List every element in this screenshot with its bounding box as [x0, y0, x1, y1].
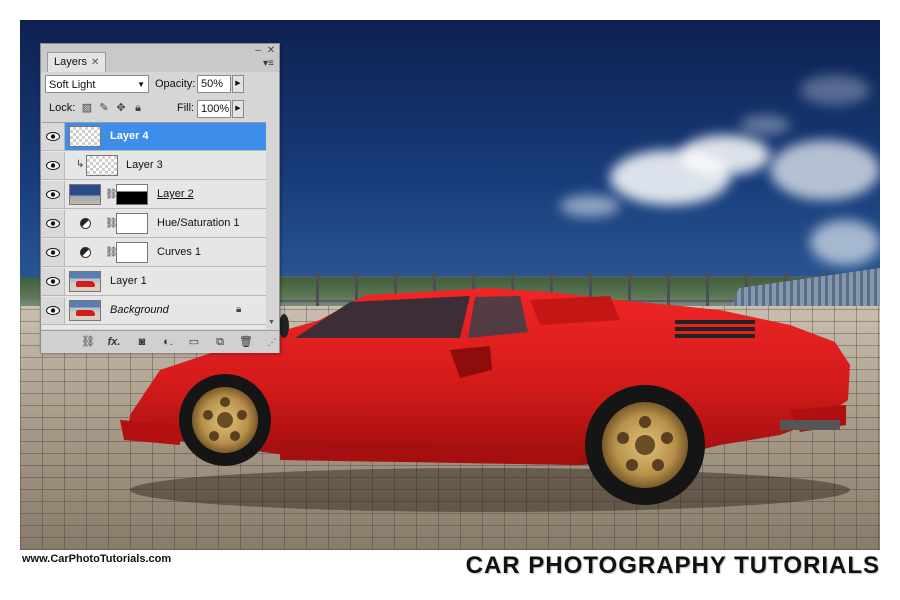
lock-transparency-icon[interactable]: ▨ [81, 102, 93, 114]
layer-thumbnail[interactable] [69, 126, 101, 147]
clipping-arrow-icon: ↳ [76, 159, 85, 170]
layer-row-background[interactable]: Background 🔒︎ [42, 297, 266, 325]
layer-thumbnail[interactable] [69, 184, 101, 205]
trash-icon[interactable]: 🗑︎ [239, 334, 253, 350]
visibility-eye-icon[interactable] [42, 181, 65, 208]
visibility-eye-icon[interactable] [42, 210, 65, 237]
layer-name[interactable]: Background [110, 297, 169, 324]
mask-link-icon[interactable]: ⛓︎ [105, 218, 118, 229]
layer-row-layer-4[interactable]: Layer 4 [42, 123, 266, 151]
opacity-label: Opacity: [155, 78, 196, 90]
tab-label: Layers [54, 56, 88, 68]
lock-icon: 🔒︎ [236, 304, 242, 315]
layers-panel: Layers ✕ – ✕ ▾≡ Soft Light ▼ Opacity: 50… [40, 43, 280, 353]
layer-row-layer-2[interactable]: ⛓︎ Layer 2 [42, 181, 266, 209]
visibility-eye-icon[interactable] [42, 123, 65, 150]
group-folder-icon[interactable]: ▭ [187, 334, 201, 350]
opacity-slider-button[interactable]: ▶ [232, 75, 244, 93]
fx-icon[interactable]: fx. [107, 334, 121, 350]
minimize-icon[interactable]: – [253, 45, 263, 56]
layer-name[interactable]: Layer 1 [110, 268, 147, 295]
lock-row: Lock: ▨ ✎ ✥ 🔒︎ Fill: 100% ▶ [45, 100, 275, 120]
blend-mode-select[interactable]: Soft Light ▼ [45, 75, 149, 93]
layer-name[interactable]: Layer 3 [126, 152, 163, 179]
mask-link-icon[interactable]: ⛓︎ [105, 189, 118, 200]
dropdown-arrow-icon: ▼ [137, 80, 145, 89]
layer-name[interactable]: Curves 1 [157, 239, 201, 266]
layer-mask-thumbnail[interactable] [116, 184, 148, 205]
close-panel-icon[interactable]: ✕ [266, 45, 276, 56]
website-url: www.CarPhotoTutorials.com [22, 553, 172, 565]
layer-row-layer-3[interactable]: ↳ Layer 3 [42, 152, 266, 180]
layer-name[interactable]: Layer 4 [110, 123, 149, 150]
fill-field[interactable]: 100% [197, 100, 231, 118]
adjustment-layer-icon [80, 247, 91, 258]
adjustment-layer-icon [80, 218, 91, 229]
layers-list: Layer 4 ↳ Layer 3 ⛓︎ Layer 2 ⛓︎ Hue/Satu… [42, 122, 266, 329]
layer-mask-thumbnail[interactable] [116, 242, 148, 263]
fill-label: Fill: [177, 102, 195, 114]
blend-mode-value: Soft Light [49, 79, 96, 91]
scroll-down-icon[interactable]: ▼ [268, 319, 275, 326]
new-layer-icon[interactable]: ⧉ [213, 334, 227, 350]
layer-mask-thumbnail[interactable] [116, 213, 148, 234]
lock-position-icon[interactable]: ✥ [115, 102, 127, 114]
visibility-eye-icon[interactable] [42, 297, 65, 324]
visibility-eye-icon[interactable] [42, 152, 65, 179]
visibility-eye-icon[interactable] [42, 239, 65, 266]
resize-grip-icon[interactable]: ⋰ [265, 334, 279, 350]
layer-thumbnail[interactable] [69, 271, 101, 292]
layer-thumbnail[interactable] [69, 300, 101, 321]
fill-slider-button[interactable]: ▶ [232, 100, 244, 118]
layer-row-curves-1[interactable]: ⛓︎ Curves 1 [42, 239, 266, 267]
layer-name[interactable]: Layer 2 [157, 181, 194, 208]
panel-menu-icon[interactable]: ▾≡ [263, 58, 274, 69]
layer-row-layer-1[interactable]: Layer 1 [42, 268, 266, 296]
visibility-eye-icon[interactable] [42, 268, 65, 295]
tab-layers[interactable]: Layers ✕ [47, 52, 107, 72]
close-tab-icon[interactable]: ✕ [91, 53, 99, 72]
add-mask-icon[interactable]: ◙ [135, 334, 149, 350]
layer-name[interactable]: Hue/Saturation 1 [157, 210, 240, 237]
layer-row-hue-saturation-1[interactable]: ⛓︎ Hue/Saturation 1 [42, 210, 266, 238]
link-layers-icon[interactable]: ⛓︎ [81, 334, 95, 350]
layer-thumbnail[interactable] [86, 155, 118, 176]
opacity-field[interactable]: 50% [197, 75, 231, 93]
lock-label: Lock: [49, 102, 76, 114]
blend-row: Soft Light ▼ Opacity: 50% ▶ [45, 75, 275, 95]
layers-scrollbar[interactable]: ▼ [266, 122, 278, 328]
brand-title: CAR PHOTOGRAPHY TUTORIALS [465, 552, 880, 579]
lock-all-icon[interactable]: 🔒︎ [132, 102, 144, 114]
mask-link-icon[interactable]: ⛓︎ [105, 247, 118, 258]
panel-titlebar[interactable]: Layers ✕ – ✕ ▾≡ [41, 44, 279, 72]
panel-bottom-toolbar: ⛓︎ fx. ◙ ◐. ▭ ⧉ 🗑︎ ⋰ [41, 330, 279, 353]
adjustment-icon[interactable]: ◐. [161, 334, 175, 350]
lock-pixels-icon[interactable]: ✎ [98, 102, 110, 114]
